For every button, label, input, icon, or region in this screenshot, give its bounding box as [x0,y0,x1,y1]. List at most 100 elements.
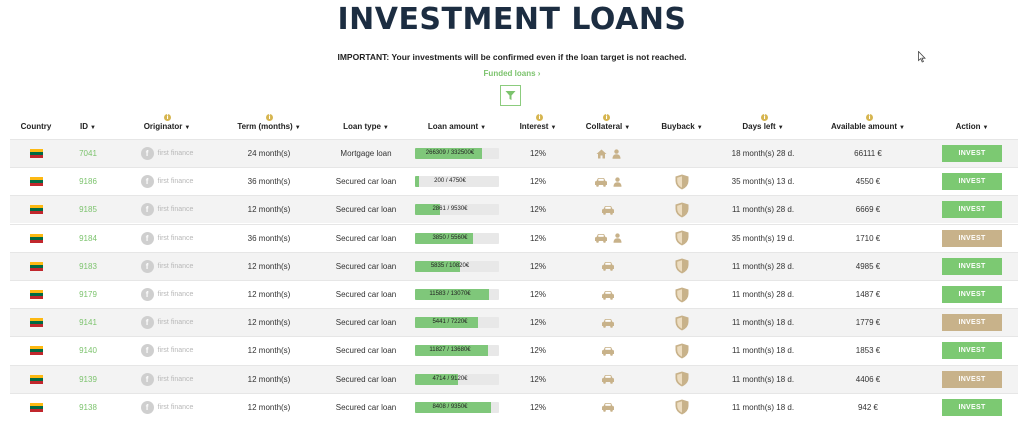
loan-id-link[interactable]: 9185 [79,205,97,214]
invest-button[interactable]: INVEST [942,257,1002,275]
invest-button[interactable]: INVEST [942,145,1002,162]
interest-cell: 12% [529,290,546,299]
column-header-action[interactable]: Action ▼ [937,122,1007,131]
loan-id-link[interactable]: 9183 [79,262,97,271]
loan-id-cell[interactable]: 9140 [68,337,108,364]
info-icon[interactable]: i [536,114,543,121]
sort-arrow-icon[interactable]: ▼ [480,125,486,131]
interest-cell: 12% [529,205,546,215]
sort-arrow-icon[interactable]: ▼ [982,125,988,131]
loan-id-cell[interactable]: 9139 [68,366,108,393]
loan-id-cell[interactable]: 9184 [68,225,108,252]
sort-arrow-icon[interactable]: ▼ [899,125,905,131]
funding-progress-bar: 8408 / 9350€ [415,401,499,413]
invest-button[interactable]: INVEST [942,370,1002,388]
loan-id-link[interactable]: 9186 [79,177,97,186]
column-header-days_left[interactable]: Days left ▼ [708,122,818,131]
collateral-cell [573,366,643,393]
funding-progress-text: 11827 / 13680€ [429,347,471,354]
loan-id-link[interactable]: 9179 [79,290,97,299]
originator-name: first finance [157,347,194,355]
invest-button[interactable]: INVEST [942,342,1002,360]
originator-name: first finance [157,150,194,157]
important-notice: IMPORTANT: Your investments will be conf… [337,52,687,62]
country-cell [6,366,66,393]
loan-type-cell: Secured car loan [335,402,397,412]
sort-arrow-icon[interactable]: ▼ [624,125,630,131]
column-header-interest[interactable]: Interest ▼ [508,122,568,131]
loan-id-link[interactable]: 9138 [79,403,97,412]
lithuania-flag-icon [29,374,43,384]
loan-id-cell[interactable]: 7041 [68,140,108,167]
sort-arrow-icon[interactable]: ▼ [550,125,556,131]
column-header-available[interactable]: Available amount ▼ [813,122,923,131]
column-header-term[interactable]: Term (months) ▼ [214,122,324,131]
car-icon [601,290,615,300]
column-header-id[interactable]: ID ▼ [68,122,108,131]
info-icon[interactable]: i [266,114,273,121]
collateral-cell [573,140,643,167]
column-header-loan_type[interactable]: Loan type ▼ [316,122,416,131]
sort-arrow-icon[interactable]: ▼ [90,125,96,131]
invest-button[interactable]: INVEST [942,201,1002,219]
loan-id-cell[interactable]: 9186 [68,168,108,195]
originator-cell: f first finance [112,225,222,252]
column-header-label: Collateral [585,122,623,131]
loan-id-link[interactable]: 7041 [79,149,97,158]
originator-logo-icon: f [140,175,154,189]
invest-button[interactable]: INVEST [942,229,1002,247]
funded-loans-label[interactable]: Funded loans [484,69,536,78]
sort-arrow-icon[interactable]: ▼ [383,125,389,131]
loan-id-link[interactable]: 9140 [79,346,97,355]
column-header-buyback[interactable]: Buyback ▼ [647,122,717,131]
days-left-cell: 35 month(s) 19 d. [731,233,795,243]
invest-button[interactable]: INVEST [942,398,1002,416]
available-amount-cell: 1487 € [855,290,881,299]
loan-id-link[interactable]: 9139 [79,375,97,384]
column-header-originator[interactable]: Originator ▼ [112,122,222,131]
filter-button[interactable] [500,85,521,106]
lithuania-flag-icon [29,205,43,215]
invest-button[interactable]: INVEST [942,173,1002,191]
action-cell: INVEST [937,196,1007,223]
funding-progress-text: 5835 / 10820€ [430,262,470,269]
shield-icon [675,371,689,387]
car-icon [601,205,615,215]
interest-cell: 12% [529,318,546,328]
shield-icon [675,174,689,190]
loan-id-cell[interactable]: 9138 [68,394,108,421]
loan-id-cell[interactable]: 9185 [68,196,108,223]
column-header-loan_amount[interactable]: Loan amount ▼ [407,122,507,131]
info-icon[interactable]: i [164,114,171,121]
days-left-cell: 11 month(s) 18 d. [731,318,795,328]
info-icon[interactable]: i [866,114,873,121]
column-header-collateral[interactable]: Collateral ▼ [573,122,643,131]
sort-arrow-icon[interactable]: ▼ [184,125,190,131]
loan-id-link[interactable]: 9141 [79,318,97,327]
loan-amount-cell: 4714 / 9120€ [407,366,507,393]
sort-arrow-icon[interactable]: ▼ [778,125,784,131]
funded-loans-link[interactable]: Funded loans › [0,69,1024,78]
loan-id-cell[interactable]: 9183 [68,253,108,280]
loan-id-cell[interactable]: 9141 [68,309,108,336]
sort-arrow-icon[interactable]: ▼ [295,125,301,131]
shield-icon [675,399,689,415]
table-row: 9140 f first finance 12 month(s) Secured car… [10,336,1018,364]
info-icon[interactable]: i [761,114,768,121]
chevron-right-icon: › [537,69,541,78]
funding-progress-bar: 5441 / 7220€ [415,317,499,329]
originator-logo-icon: f [140,203,154,217]
shield-icon [675,343,689,359]
sort-arrow-icon[interactable]: ▼ [697,125,703,131]
buyback-cell [647,337,717,364]
info-icon[interactable]: i [603,114,610,121]
funding-progress-text: 5441 / 7220€ [432,319,468,326]
lithuania-flag-icon [29,402,43,412]
table-row: 9183 f first finance 12 month(s) Secured car… [10,251,1018,280]
originator-logo-icon: f [140,259,154,273]
loan-id-cell[interactable]: 9179 [68,281,108,308]
originator-cell: f first finance [112,140,222,167]
invest-button[interactable]: INVEST [942,314,1002,332]
invest-button[interactable]: INVEST [942,286,1002,303]
loan-id-link[interactable]: 9184 [79,234,97,243]
